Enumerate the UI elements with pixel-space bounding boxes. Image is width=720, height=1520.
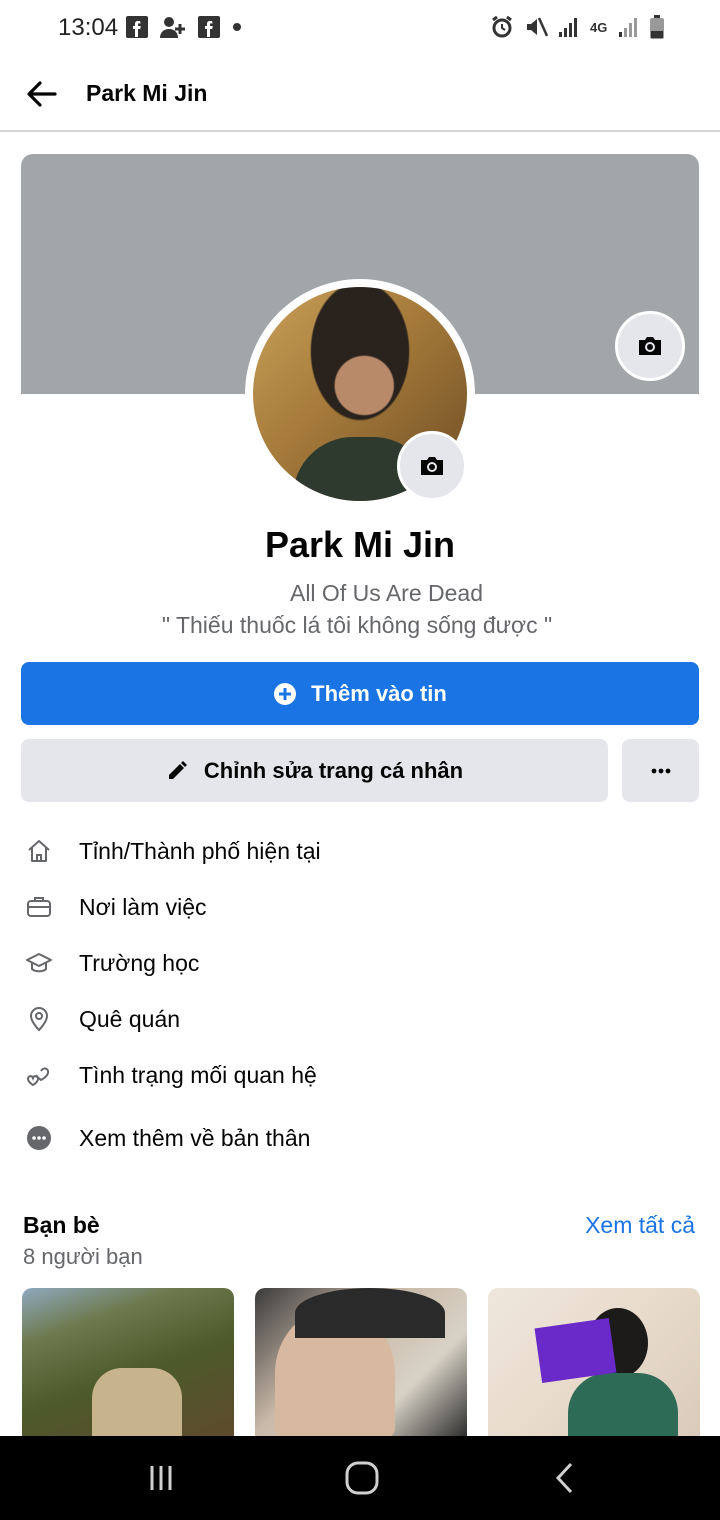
edit-profile-label: Chỉnh sửa trang cá nhân — [203, 757, 464, 783]
friend-request-icon — [160, 17, 185, 38]
dot-icon — [233, 23, 241, 31]
network-type-label: 4G — [590, 19, 608, 35]
status-time: 13:04 — [58, 14, 119, 41]
profile-bio: " Thiếu thuốc lá tôi không sống được " — [161, 612, 553, 638]
signal-icon — [559, 18, 577, 37]
detail-see-more-about[interactable]: Xem thêm về bản thân — [22, 1114, 682, 1162]
home-button[interactable] — [342, 1458, 382, 1498]
friends-section-title: Bạn bè — [23, 1212, 100, 1238]
battery-icon — [650, 15, 664, 39]
mute-icon — [527, 17, 548, 37]
detail-label: Tình trạng mối quan hệ — [79, 1061, 317, 1088]
detail-label: Nơi làm việc — [79, 893, 207, 920]
back-button[interactable] — [24, 76, 60, 112]
detail-current-city[interactable]: Tỉnh/Thành phố hiện tại — [22, 827, 682, 875]
edit-profile-button[interactable]: Chỉnh sửa trang cá nhân — [21, 739, 608, 802]
pencil-icon — [168, 760, 187, 779]
detail-label: Trường học — [79, 949, 200, 976]
add-to-story-label: Thêm vào tin — [311, 680, 447, 706]
profile-name: Park Mi Jin — [264, 524, 456, 565]
friend-card-3[interactable] — [488, 1288, 700, 1438]
see-all-friends-link[interactable]: Xem tất cả — [585, 1212, 695, 1239]
status-bar: 13:04 4G — [0, 0, 720, 58]
friend-photo-sign — [534, 1318, 617, 1383]
recent-apps-icon — [150, 1466, 172, 1490]
camera-icon — [639, 337, 661, 355]
page-title: Park Mi Jin — [86, 80, 208, 106]
detail-relationship[interactable]: Tình trạng mối quan hệ — [22, 1051, 682, 1099]
system-status-icons: 4G — [490, 15, 664, 39]
detail-workplace[interactable]: Nơi làm việc — [22, 883, 682, 931]
friend-photo-body — [568, 1373, 678, 1438]
profile-subtitle: All Of Us Are Dead — [289, 580, 484, 606]
friend-photo-cap — [295, 1288, 445, 1338]
graduation-cap-icon — [22, 946, 56, 980]
back-arrow-icon — [27, 81, 57, 107]
detail-hometown[interactable]: Quê quán — [22, 995, 682, 1043]
more-options-button[interactable] — [622, 739, 699, 802]
friend-photo — [92, 1368, 182, 1438]
home-nav-icon — [345, 1461, 379, 1495]
camera-icon — [421, 457, 443, 475]
friends-count: 8 người bạn — [23, 1244, 143, 1269]
system-navigation-bar — [0, 1436, 720, 1520]
friend-card-1[interactable] — [22, 1288, 234, 1438]
back-nav-button[interactable] — [545, 1458, 585, 1498]
page-header: Park Mi Jin — [0, 58, 720, 132]
more-dots-icon — [22, 1121, 56, 1155]
ellipsis-icon — [651, 768, 670, 773]
signal-icon-2 — [619, 18, 637, 37]
facebook-notification-icon-2 — [198, 16, 220, 38]
home-icon — [22, 834, 56, 868]
hearts-icon — [22, 1058, 56, 1092]
friend-card-2[interactable] — [255, 1288, 467, 1438]
location-pin-icon — [22, 1002, 56, 1036]
alarm-icon — [492, 15, 512, 38]
detail-label: Tỉnh/Thành phố hiện tại — [79, 837, 321, 864]
edit-avatar-button[interactable] — [397, 431, 467, 501]
recent-apps-button[interactable] — [141, 1458, 181, 1498]
detail-label: Quê quán — [79, 1005, 181, 1032]
notification-icons — [126, 16, 242, 38]
add-to-story-button[interactable]: Thêm vào tin — [21, 662, 699, 725]
facebook-notification-icon — [126, 16, 148, 38]
detail-school[interactable]: Trường học — [22, 939, 682, 987]
edit-cover-photo-button[interactable] — [615, 311, 685, 381]
back-chevron-icon — [555, 1462, 573, 1494]
briefcase-icon — [22, 890, 56, 924]
plus-circle-icon — [274, 682, 297, 705]
detail-label: Xem thêm về bản thân — [79, 1124, 311, 1151]
